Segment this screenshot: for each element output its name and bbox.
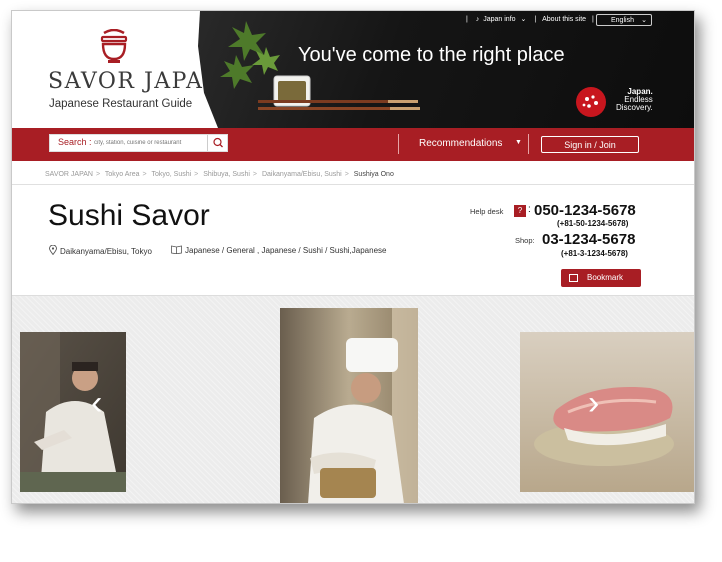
gallery-photo-right[interactable]: › — [520, 332, 694, 492]
page-frame: SAVOR JAPAN Japanese Restaurant Guide Yo… — [11, 10, 695, 504]
restaurant-location: Daikanyama/Ebisu, Tokyo — [49, 244, 152, 256]
language-value: English — [611, 17, 634, 24]
chevron-down-icon: ⌄ — [641, 17, 647, 24]
search-box: Search : — [49, 134, 228, 152]
chevron-left-icon[interactable]: ‹ — [91, 384, 102, 423]
recommendations-menu[interactable]: Recommendations — [419, 138, 502, 149]
utility-nav: | ♪ Japan info ⌄ | About this site | — [466, 16, 594, 23]
logo[interactable]: SAVOR JAPAN Japanese Restaurant Guide — [12, 11, 223, 128]
chevron-down-icon: ▼ — [515, 139, 522, 146]
photo-gallery: ‹ › — [12, 295, 694, 503]
map-pin-icon — [49, 244, 57, 256]
help-badge[interactable]: ? — [514, 205, 526, 217]
search-label: Search : — [58, 137, 92, 147]
logo-mark-icon — [100, 29, 128, 63]
help-desk-label: Help desk — [470, 207, 504, 216]
breadcrumb-link[interactable]: Tokyo Area — [105, 171, 140, 178]
nav-divider — [398, 134, 399, 154]
site-header: SAVOR JAPAN Japanese Restaurant Guide Yo… — [12, 11, 694, 128]
restaurant-name: Sushi Savor — [48, 199, 210, 232]
help-desk-intl-number: (+81-50-1234-5678) — [557, 219, 629, 228]
shop-intl-number: (+81-3-1234-5678) — [561, 249, 628, 258]
japan-logo-icon — [576, 87, 606, 117]
chevron-right-icon[interactable]: › — [588, 384, 599, 423]
help-desk-number[interactable]: 050-1234-5678 — [534, 202, 636, 219]
chevron-down-icon: ⌄ — [520, 16, 527, 23]
nav-divider — [528, 134, 529, 154]
language-select[interactable]: English ⌄ — [596, 14, 652, 26]
music-note-icon: ♪ — [475, 16, 480, 23]
breadcrumb-current: Sushiya Ono — [353, 171, 394, 178]
location-text[interactable]: Daikanyama/Ebisu, Tokyo — [60, 247, 152, 256]
divider — [12, 184, 694, 185]
logo-tagline: Japanese Restaurant Guide — [49, 98, 193, 110]
banner-title: You've come to the right place — [298, 44, 565, 66]
about-link[interactable]: About this site — [542, 16, 586, 23]
japan-info-link[interactable]: Japan info — [483, 16, 515, 23]
breadcrumb: SAVOR JAPAN > Tokyo Area > Tokyo, Sushi > S… — [45, 171, 394, 178]
restaurant-genres: Japanese / General , Japanese / Sushi / … — [171, 245, 386, 255]
logo-name: SAVOR JAPAN — [48, 69, 225, 94]
breadcrumb-link[interactable]: Daikanyama/Ebisu, Sushi — [262, 171, 342, 178]
shop-label: Shop: — [515, 236, 535, 245]
gallery-photo-main[interactable] — [280, 308, 418, 503]
bookmark-label: Bookmark — [587, 273, 624, 282]
japan-slogan: Japan. Endless Discovery. — [616, 87, 653, 112]
search-input[interactable] — [94, 136, 202, 150]
bookmark-button[interactable]: Bookmark — [561, 269, 641, 287]
book-icon — [171, 245, 182, 255]
breadcrumb-link[interactable]: Shibuya, Sushi — [203, 171, 250, 178]
genres-text[interactable]: Japanese / General , Japanese / Sushi / … — [185, 246, 386, 255]
gallery-photo-left[interactable]: ‹ — [20, 332, 126, 492]
breadcrumb-link[interactable]: SAVOR JAPAN — [45, 171, 93, 178]
search-icon — [213, 137, 223, 148]
main-navbar: Search : Recommendations ▼ Sign in / Joi… — [12, 128, 694, 161]
bookmark-icon — [569, 274, 578, 282]
search-button[interactable] — [207, 135, 229, 151]
breadcrumb-link[interactable]: Tokyo, Sushi — [151, 171, 191, 178]
shop-number[interactable]: 03-1234-5678 — [542, 231, 635, 248]
signin-button[interactable]: Sign in / Join — [541, 136, 639, 153]
